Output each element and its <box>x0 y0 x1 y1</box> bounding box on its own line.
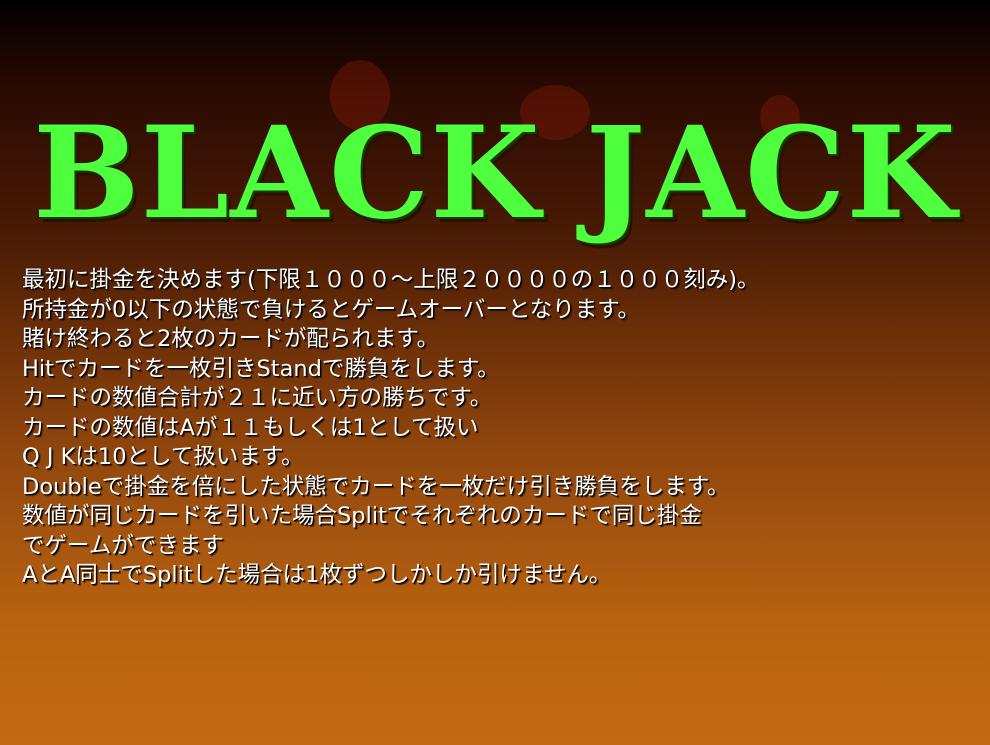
rule-line: 賭け終わると2枚のカードが配られます。 <box>22 326 440 352</box>
rule-line: Doubleで掛金を倍にした状態でカードを一枚だけ引き勝負をします。 <box>22 473 730 500</box>
rule-line: Hitでカードを一枚引きStandで勝負をします。 <box>22 355 500 382</box>
rule-line: でゲームができます <box>22 532 224 559</box>
rule-line: Q J Kは10として扱います。 <box>22 444 304 470</box>
rule-line: カードの数値合計が２１に近い方の勝ちです。 <box>22 385 493 411</box>
rules-list: 最初に掛金を決めます(下限１０００～上限２００００の１０００刻み)。 所持金が0… <box>22 266 972 591</box>
rule-line: 数値が同じカードを引いた場合Splitでそれぞれのカードで同じ掛金 <box>22 503 702 529</box>
rule-line: 最初に掛金を決めます(下限１０００～上限２００００の１０００刻み)。 <box>22 267 760 293</box>
game-title: BLACK JACK <box>33 99 957 247</box>
rule-line: 所持金が0以下の状態で負けるとゲームオーバーとなります。 <box>22 296 640 323</box>
rule-line: AとA同士でSplitした場合は1枚ずつしかしか引けません。 <box>22 562 612 588</box>
rule-line: カードの数値はAが１１もしくは1として扱い <box>22 414 479 441</box>
